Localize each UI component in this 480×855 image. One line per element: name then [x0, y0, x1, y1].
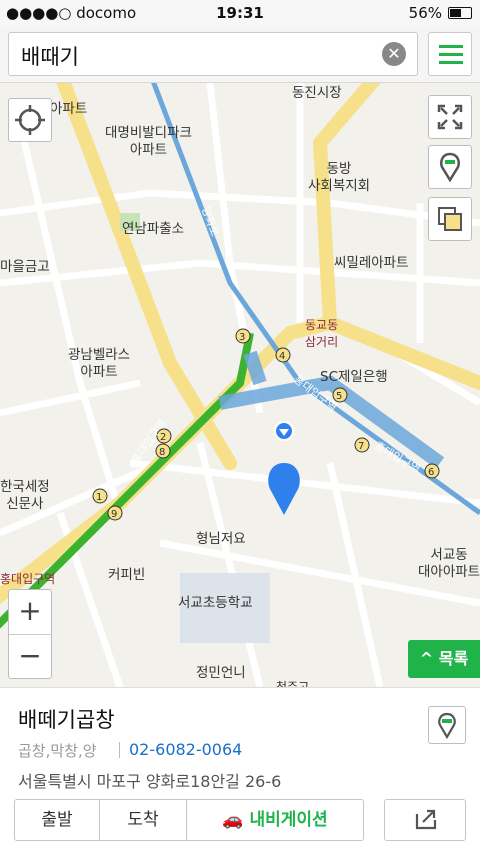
battery-icon — [448, 7, 472, 19]
status-right: 56% — [409, 4, 472, 22]
start-button[interactable]: 출발 — [15, 800, 100, 840]
status-bar: ●●●●○ docomo 19:31 56% — [0, 0, 480, 26]
map-label: 청주고 — [276, 680, 310, 687]
station-number: 8 — [159, 447, 166, 458]
map-label: 서교초등학교 — [178, 595, 253, 611]
crosshair-icon — [15, 105, 45, 135]
map-label: SC제일은행 — [320, 369, 388, 385]
search-bar: 배때기 — [0, 26, 480, 83]
map-label: 대명비발디파크 아파트 — [105, 125, 192, 158]
list-button[interactable]: ^ 목록 — [408, 640, 480, 678]
map-label: 아파트 — [50, 101, 88, 117]
map-label: 커피빈 — [108, 567, 146, 583]
place-panel: 배떼기곱창 곱창,막창,양 02-6082-0064 서울특별시 마포구 양화로… — [0, 687, 480, 855]
map-label: 동교동 삼거리 — [305, 318, 339, 349]
map-label: 씨밀레아파트 — [334, 255, 409, 271]
map-label: 광남벨라스 아파트 — [68, 347, 131, 380]
map-pin-icon — [438, 712, 456, 740]
map-view[interactable]: 1 2 3 4 5 6 7 8 9 아파트 대명비발디파크 아파트 동진시장 동… — [0, 83, 480, 687]
map-label: 한국세정 신문사 — [0, 479, 50, 512]
navigation-button[interactable]: 🚗 내비게이션 — [187, 800, 363, 840]
map-label: 서교동 대아아파트 — [418, 547, 480, 580]
battery-percent: 56% — [408, 4, 442, 22]
current-location-button[interactable] — [8, 98, 52, 142]
map-label: 연남파출소 — [122, 221, 185, 237]
map-label: 형님저요 — [196, 531, 246, 547]
share-button[interactable] — [384, 799, 466, 841]
map-label: 동방 사회복지회 — [308, 161, 371, 194]
zoom-in-button[interactable]: + — [9, 590, 51, 635]
search-input[interactable]: 배때기 — [8, 32, 418, 76]
place-address: 서울특별시 마포구 양화로18안길 26-6 — [18, 772, 282, 791]
station-number: 1 — [96, 492, 103, 503]
fullscreen-button[interactable] — [428, 95, 472, 139]
navigation-label: 내비게이션 — [249, 810, 328, 830]
station-number: 4 — [279, 351, 286, 362]
station-number: 7 — [358, 441, 365, 452]
map-label: 동진시장 — [292, 85, 342, 101]
station-number: 3 — [239, 332, 246, 343]
clear-search-icon[interactable]: ✕ — [382, 42, 406, 66]
arrive-button[interactable]: 도착 — [100, 800, 187, 840]
place-category: 곱창,막창,양 — [18, 742, 97, 760]
layers-button[interactable] — [428, 197, 472, 241]
divider — [119, 742, 120, 758]
station-number: 6 — [428, 467, 435, 478]
car-icon: 🚗 — [222, 810, 250, 830]
expand-icon — [437, 104, 463, 130]
marker-toggle-button[interactable] — [428, 145, 472, 189]
map-label: 홍대입구역 — [0, 572, 56, 586]
map-label: 마을금고 — [0, 259, 50, 275]
menu-icon — [439, 45, 463, 48]
menu-button[interactable] — [428, 32, 472, 76]
location-pin-icon — [268, 463, 300, 515]
place-name: 배떼기곱창 — [18, 708, 115, 732]
map-label: 정민언니 — [196, 665, 246, 681]
layers-icon — [438, 207, 462, 231]
place-phone-link[interactable]: 02-6082-0064 — [129, 740, 242, 759]
map-pin-icon — [440, 152, 460, 183]
share-icon — [415, 809, 437, 830]
zoom-out-button[interactable]: − — [9, 635, 51, 679]
zoom-control: + − — [8, 589, 52, 679]
show-on-map-button[interactable] — [428, 706, 466, 744]
route-actions: 출발 도착 🚗 내비게이션 — [14, 799, 364, 841]
station-number: 9 — [111, 509, 118, 520]
